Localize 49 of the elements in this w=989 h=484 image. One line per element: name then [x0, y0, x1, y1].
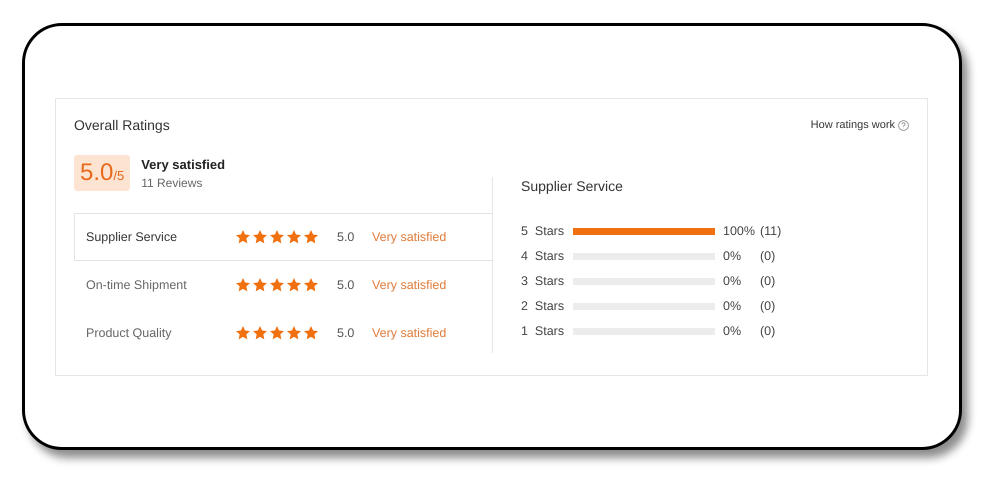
breakdown-title: Supplier Service: [521, 178, 624, 194]
count-text: (11): [760, 224, 782, 238]
star-icon: [286, 325, 302, 341]
percent-text: 0%: [723, 299, 742, 313]
rating-row[interactable]: On-time Shipment 5.0 Very satisfied: [74, 261, 492, 309]
star-icon: [269, 277, 285, 293]
percent-text: 100%: [723, 224, 756, 238]
aspect-score: 5.0: [337, 278, 356, 292]
aspect-verdict: Very satisfied: [372, 230, 446, 244]
star-icon: [303, 229, 319, 245]
star-level-label: 2 Stars: [521, 299, 566, 313]
star-icon: [269, 229, 285, 245]
star-level-label: 5 Stars: [521, 224, 566, 238]
star-icon: [303, 325, 319, 341]
count-text: (0): [760, 274, 776, 288]
aspect-verdict: Very satisfied: [372, 278, 446, 292]
help-icon: [898, 120, 909, 130]
rating-row[interactable]: Product Quality 5.0 Very satisfied: [74, 309, 492, 357]
star-icon: [303, 277, 319, 293]
star-icon: [235, 229, 251, 245]
aspect-label: Product Quality: [86, 326, 172, 340]
aspect-score: 5.0: [337, 230, 356, 244]
star-icon: [235, 277, 251, 293]
star-icon: [286, 229, 302, 245]
star-icon: [269, 325, 285, 341]
aspect-score: 5.0: [337, 326, 356, 340]
aspect-verdict: Very satisfied: [372, 326, 446, 340]
rating-row[interactable]: Supplier Service 5.0 Very satisfied: [74, 213, 492, 261]
star-level-label: 4 Stars: [521, 249, 566, 263]
star-icon: [252, 229, 268, 245]
star-icon: [252, 325, 268, 341]
star-level-label: 3 Stars: [521, 274, 566, 288]
star-level-label: 1 Stars: [521, 324, 566, 338]
star-icon: [252, 277, 268, 293]
overall-verdict: Very satisfied: [141, 156, 226, 172]
percent-text: 0%: [723, 249, 742, 263]
aspect-label: On-time Shipment: [86, 278, 188, 292]
count-text: (0): [760, 324, 776, 338]
percent-text: 0%: [723, 274, 742, 288]
card-title: Overall Ratings: [74, 117, 170, 133]
percent-text: 0%: [723, 324, 742, 338]
count-text: (0): [760, 249, 776, 263]
score-badge: 5.0/5: [74, 155, 130, 191]
review-count: 11 Reviews: [141, 176, 204, 190]
star-icon: [235, 325, 251, 341]
aspect-label: Supplier Service: [86, 230, 178, 244]
help-link[interactable]: How ratings work: [810, 119, 909, 131]
count-text: (0): [760, 299, 776, 313]
star-icon: [286, 277, 302, 293]
